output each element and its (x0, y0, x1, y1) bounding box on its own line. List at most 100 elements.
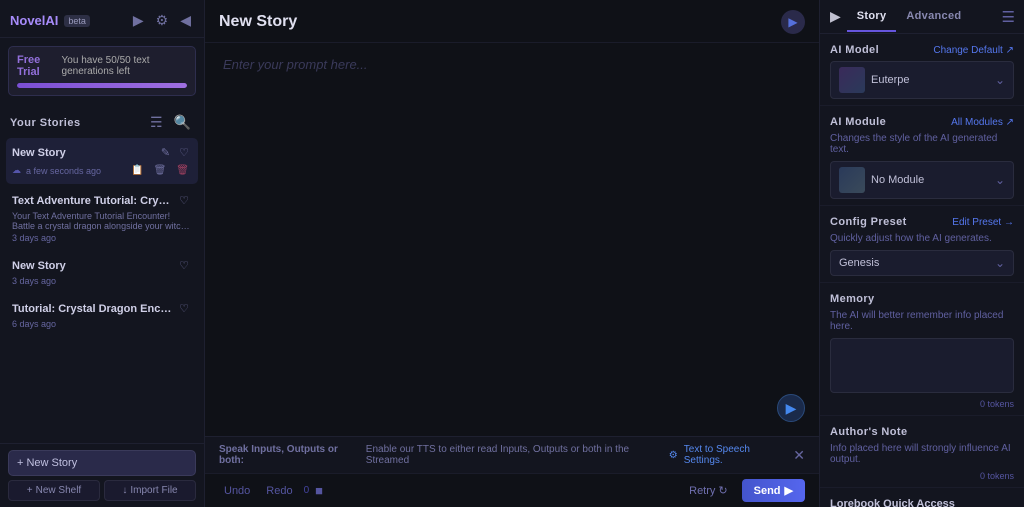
thumbdown-icon[interactable]: 🗑 (151, 163, 170, 178)
story-title: New Story (12, 147, 154, 159)
story-item-tutorial-crystal-2[interactable]: Tutorial: Crystal Dragon Encounter ♡ 6 d… (6, 294, 198, 335)
import-file-button[interactable]: ↓ Import File (104, 480, 196, 501)
sidebar-footer: + New Shelf ↓ Import File (8, 480, 196, 501)
arrow-right-icon[interactable]: ▶ (130, 10, 147, 31)
redo-button[interactable]: Redo (261, 482, 297, 500)
tts-bar-text: Enable our TTS to either read Inputs, Ou… (366, 444, 663, 466)
list-icon[interactable]: ☰ (997, 3, 1020, 31)
right-panel-tabs: ▶ Story Advanced ☰ (820, 0, 1024, 34)
arrow-left-icon[interactable]: ◀ (177, 10, 194, 31)
import-file-label: Import File (130, 485, 177, 496)
search-icon[interactable]: 🔍 (171, 112, 194, 133)
story-item-tutorial-crystal[interactable]: Text Adventure Tutorial: Crystal Drago..… (6, 186, 198, 249)
story-time-new2: 3 days ago (12, 276, 192, 286)
page-title: New Story (219, 13, 781, 31)
module-name: No Module (871, 174, 989, 186)
config-preset-select[interactable]: Genesis ⌄ (830, 250, 1014, 276)
copy-icon[interactable]: 📋 (128, 163, 146, 178)
tab-story-label: Story (857, 10, 887, 22)
model-thumbnail (839, 67, 865, 93)
ai-module-desc: Changes the style of the AI generated te… (830, 133, 1014, 155)
trial-progress-bar (17, 83, 187, 88)
heart-icon[interactable]: ♡ (176, 144, 192, 161)
stories-list: New Story ✎ ♡ ☁ a few seconds ago 📋 🗑 🗑 … (0, 138, 204, 443)
memory-desc: The AI will better remember info placed … (830, 310, 1014, 332)
memory-token-count: 0 tokens (830, 399, 1014, 409)
ai-module-title: AI Module (830, 116, 886, 128)
preset-chevron-down-icon: ⌄ (995, 256, 1005, 270)
tts-bar-bold-text: Speak Inputs, Outputs or both: (219, 444, 360, 466)
right-panel: ▶ Story Advanced ☰ AI Model Change Defau… (819, 0, 1024, 507)
free-trial-label: Free Trial (17, 54, 56, 78)
retry-icon: ↻ (718, 484, 727, 497)
config-preset-title: Config Preset (830, 216, 907, 228)
ai-model-header: AI Model Change Default ↗ (830, 44, 1014, 56)
all-modules-link[interactable]: All Modules ↗ (951, 117, 1014, 128)
memory-section: Memory The AI will better remember info … (820, 283, 1024, 416)
undo-count: 0 (304, 485, 310, 496)
ai-model-title: AI Model (830, 44, 879, 56)
authors-note-token-count: 0 tokens (830, 471, 1014, 481)
sidebar-bottom: + New Story + New Shelf ↓ Import File (0, 443, 204, 507)
config-preset-section: Config Preset Edit Preset → Quickly adju… (820, 206, 1024, 283)
import-icon: ↓ (122, 485, 127, 496)
settings-icon[interactable]: ⚙ (153, 10, 172, 31)
story-title-tutorial2: Tutorial: Crystal Dragon Encounter (12, 303, 172, 315)
story-excerpt-tutorial: Your Text Adventure Tutorial Encounter! … (12, 211, 192, 231)
tts-header-icon[interactable]: ▶ (781, 10, 805, 34)
retry-button[interactable]: Retry ↻ (681, 481, 736, 500)
sidebar-header-icons: ▶ ⚙ ◀ (130, 10, 194, 31)
main-header: New Story ▶ (205, 0, 819, 43)
delete-icon[interactable]: 🗑 (173, 163, 192, 178)
tab-advanced[interactable]: Advanced (896, 2, 971, 32)
sidebar-header: NovelAI beta ▶ ⚙ ◀ (0, 0, 204, 38)
story-time-tutorial2: 6 days ago (12, 319, 192, 329)
tts-bubble-icon[interactable]: ▶ (777, 394, 805, 422)
chevron-down-icon: ⌄ (995, 73, 1005, 87)
lorebook-title: Lorebook Quick Access (830, 498, 955, 507)
send-button[interactable]: Send ▶ (742, 479, 805, 502)
memory-title: Memory (830, 293, 875, 305)
new-shelf-button[interactable]: + New Shelf (8, 480, 100, 501)
cloud-icon: ☁ (12, 165, 21, 176)
send-arrow-icon: ▶ (785, 484, 793, 497)
ai-module-select[interactable]: No Module ⌄ (830, 161, 1014, 199)
tts-settings-link[interactable]: Text to Speech Settings. (684, 444, 788, 466)
footnote-icon[interactable]: ■ (315, 483, 323, 498)
authors-note-section: Author's Note Info placed here will stro… (820, 416, 1024, 488)
story-item-new-active[interactable]: New Story ✎ ♡ ☁ a few seconds ago 📋 🗑 🗑 (6, 138, 198, 184)
tab-advanced-label: Advanced (906, 10, 961, 22)
memory-textarea[interactable] (830, 338, 1014, 393)
ai-model-select[interactable]: Euterpe ⌄ (830, 61, 1014, 99)
new-shelf-label: New Shelf (36, 485, 82, 496)
your-stories-label: Your Stories (10, 117, 81, 129)
change-default-link[interactable]: Change Default ↗ (933, 45, 1014, 56)
trial-info-text: You have 50/50 text generations left (62, 55, 187, 77)
story-item-new-2[interactable]: New Story ♡ 3 days ago (6, 251, 198, 292)
authors-note-header: Author's Note (830, 426, 1014, 438)
tts-close-button[interactable]: ✕ (793, 447, 805, 464)
ai-module-header: AI Module All Modules ↗ (830, 116, 1014, 128)
editor-area[interactable]: Enter your prompt here... ▶ (205, 43, 819, 436)
send-label: Send (754, 485, 781, 497)
heart-icon-new2[interactable]: ♡ (176, 257, 192, 274)
retry-label: Retry (689, 485, 715, 497)
filter-icon[interactable]: ☴ (147, 112, 166, 133)
tab-story[interactable]: Story (847, 2, 897, 32)
edit-preset-link[interactable]: Edit Preset → (952, 217, 1014, 228)
ai-module-section: AI Module All Modules ↗ Changes the styl… (820, 106, 1024, 206)
model-thumb-image (839, 67, 865, 93)
config-preset-desc: Quickly adjust how the AI generates. (830, 233, 1014, 244)
module-chevron-down-icon: ⌄ (995, 173, 1005, 187)
heart-icon-tutorial[interactable]: ♡ (176, 192, 192, 209)
play-icon[interactable]: ▶ (824, 0, 847, 33)
editor-footer: Undo Redo 0 ■ Retry ↻ Send ▶ (205, 473, 819, 507)
preset-name: Genesis (839, 257, 989, 269)
story-time-tutorial: 3 days ago (12, 233, 192, 243)
undo-button[interactable]: Undo (219, 482, 255, 500)
new-story-button[interactable]: + New Story (8, 450, 196, 476)
module-thumbnail (839, 167, 865, 193)
edit-icon[interactable]: ✎ (158, 144, 173, 161)
heart-icon-tutorial2[interactable]: ♡ (176, 300, 192, 317)
story-time: a few seconds ago (26, 166, 101, 176)
